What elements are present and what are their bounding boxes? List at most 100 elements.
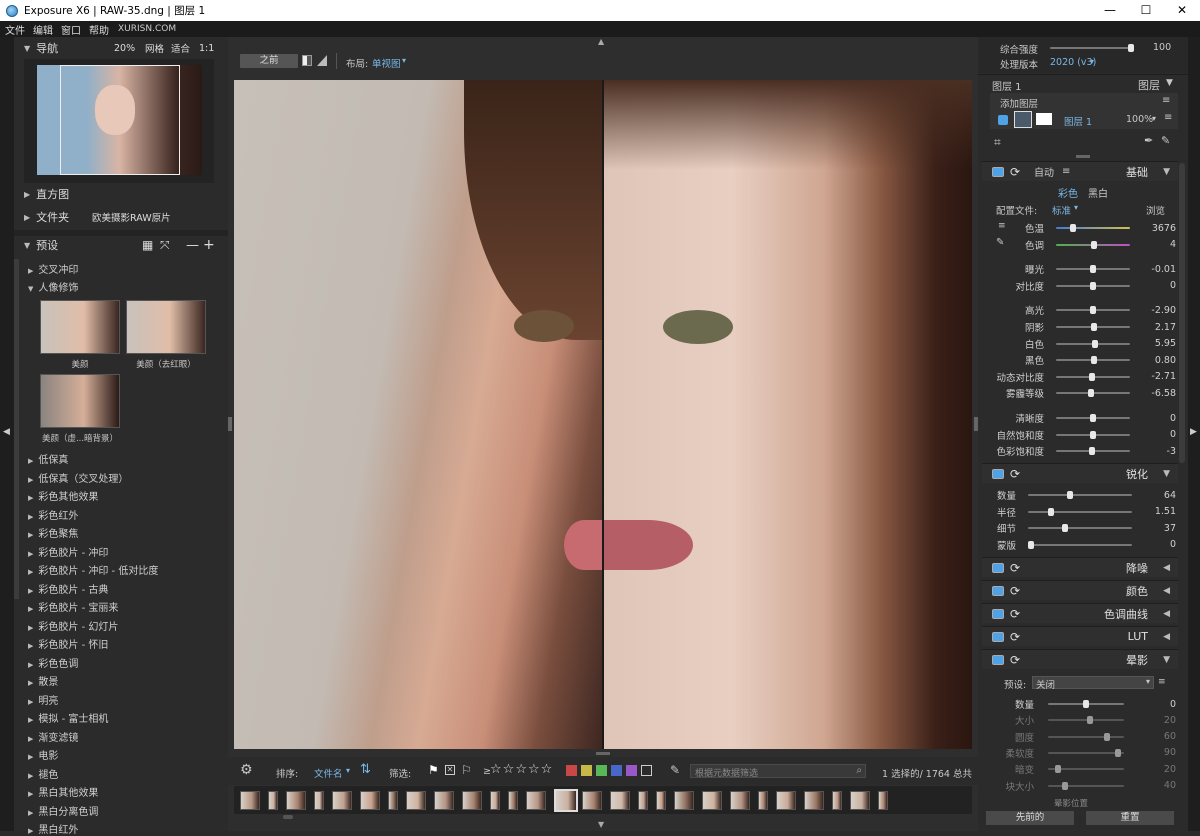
collapse-triangle-icon[interactable]: ▼ <box>24 241 30 250</box>
slider-knob[interactable] <box>1055 765 1061 774</box>
collapse-top-icon[interactable]: ▲ <box>598 37 604 46</box>
eyedropper-icon[interactable]: ✎ <box>670 763 680 777</box>
collapse-triangle-icon[interactable]: ▼ <box>24 44 30 53</box>
slider-knob[interactable] <box>1086 716 1093 725</box>
preset-group[interactable]: ▶ 彩色胶片 - 幻灯片 <box>28 618 118 633</box>
reset-icon[interactable]: ⟳ <box>1010 630 1020 644</box>
split-divider[interactable] <box>602 80 604 749</box>
chevron-down-icon[interactable]: ▾ <box>1074 203 1078 212</box>
menu-window[interactable]: 窗口 <box>61 22 81 37</box>
slider-track[interactable] <box>1056 430 1130 439</box>
shrink-icon[interactable]: ⤧ <box>160 238 170 253</box>
remove-preset-icon[interactable]: — <box>186 238 199 253</box>
diagonal-view-icon[interactable] <box>317 55 327 66</box>
gear-icon[interactable]: ⚙ <box>240 762 253 778</box>
expand-triangle-icon[interactable]: ◀ <box>1163 563 1170 573</box>
color-label-swatch[interactable] <box>626 765 637 776</box>
film-thumbnail[interactable] <box>434 791 454 810</box>
tool-toggle[interactable] <box>992 468 1004 479</box>
slider-track[interactable] <box>1048 716 1124 725</box>
navigator-viewport-rect[interactable] <box>60 65 180 175</box>
preset-group[interactable]: ▶ 黑白红外 <box>28 821 78 836</box>
film-thumbnail[interactable] <box>776 791 796 810</box>
tool-header[interactable]: ⟳ 颜色 ◀ <box>982 580 1178 600</box>
slider-track[interactable] <box>1056 356 1130 365</box>
chevron-down-icon[interactable]: ▾ <box>1152 114 1156 123</box>
slider-knob[interactable] <box>1091 240 1098 249</box>
filmstrip-scrollbar[interactable] <box>283 815 293 819</box>
split-view-icon[interactable] <box>302 55 312 66</box>
preset-group[interactable]: ▶ 彩色胶片 - 古典 <box>28 581 108 596</box>
layer-mask-thumbnail[interactable] <box>1036 113 1052 125</box>
color-mode-tab[interactable]: 彩色 <box>1058 185 1078 200</box>
reset-icon[interactable]: ⟳ <box>1010 653 1020 667</box>
preset-group[interactable]: ▶ 渐变滤镜 <box>28 729 78 744</box>
color-label-swatch[interactable] <box>566 765 577 776</box>
film-thumbnail[interactable] <box>878 791 888 810</box>
preset-group-portrait[interactable]: ▼ 人像修饰 <box>28 279 78 294</box>
slider-track[interactable] <box>1028 491 1132 499</box>
filmstrip-handle[interactable] <box>596 752 610 755</box>
slider-track[interactable] <box>1056 224 1130 232</box>
slider-track[interactable] <box>1056 265 1130 274</box>
layer-opacity[interactable]: 100% <box>1126 114 1153 125</box>
add-layer-label[interactable]: 添加图层 <box>1000 96 1038 110</box>
tool-toggle[interactable] <box>992 585 1004 596</box>
expand-triangle-icon[interactable]: ▶ <box>24 213 30 222</box>
bw-mode-tab[interactable]: 黑白 <box>1088 185 1108 200</box>
divider-handle[interactable] <box>1076 155 1090 158</box>
slider-track[interactable] <box>1056 447 1130 456</box>
slider-knob[interactable] <box>1047 507 1054 516</box>
crop-icon[interactable]: ⌗ <box>994 135 1001 150</box>
film-thumbnail[interactable] <box>508 791 518 810</box>
browse-button[interactable]: 浏览 <box>1146 203 1165 217</box>
slider-track[interactable] <box>1048 781 1124 790</box>
menu-icon[interactable]: ≡ <box>1158 677 1166 687</box>
expand-triangle-icon[interactable]: ▶ <box>28 494 33 502</box>
slider-track[interactable] <box>1028 524 1132 533</box>
slider-track[interactable] <box>1028 540 1132 549</box>
menu-icon[interactable]: ≡ <box>1062 166 1070 177</box>
preset-thumb[interactable] <box>40 300 120 354</box>
slider-track[interactable] <box>1048 765 1124 774</box>
expand-triangle-icon[interactable]: ◀ <box>1163 632 1170 642</box>
expand-triangle-icon[interactable]: ▶ <box>28 531 33 539</box>
pen-icon[interactable]: ✒ <box>1144 134 1153 147</box>
tool-toggle[interactable] <box>992 654 1004 665</box>
slider-knob[interactable] <box>1089 372 1096 381</box>
sort-direction-icon[interactable]: ⇅ <box>360 762 371 777</box>
expand-triangle-icon[interactable]: ▶ <box>28 587 33 595</box>
preset-group[interactable]: ▶ 彩色胶片 - 冲印 - 低对比度 <box>28 562 158 577</box>
tool-header[interactable]: ⟳ 色调曲线 ◀ <box>982 603 1178 623</box>
film-thumbnail[interactable] <box>332 791 352 810</box>
layer-name[interactable]: 图层 1 <box>1064 114 1092 128</box>
film-thumbnail[interactable] <box>268 791 278 810</box>
preset-group[interactable]: ▶ 电影 <box>28 747 58 762</box>
star-icon[interactable]: ☆ <box>515 762 527 777</box>
film-thumbnail[interactable] <box>656 791 666 810</box>
intensity-knob[interactable] <box>1128 44 1134 52</box>
sharpen-tool-header[interactable]: ⟳ 锐化 ▼ <box>982 463 1178 483</box>
reset-icon[interactable]: ⟳ <box>1010 467 1020 481</box>
histogram-header[interactable]: ▶ 直方图 <box>14 185 228 203</box>
preset-group-cross[interactable]: ▶ 交叉冲印 <box>28 261 78 276</box>
tool-toggle[interactable] <box>992 631 1004 642</box>
no-color-label-swatch[interactable] <box>641 765 652 776</box>
expand-triangle-icon[interactable]: ▶ <box>28 716 33 724</box>
preset-group[interactable]: ▶ 黑白分离色调 <box>28 803 98 818</box>
preset-group[interactable]: ▶ 彩色胶片 - 宝丽来 <box>28 599 118 614</box>
slider-knob[interactable] <box>1114 748 1121 757</box>
slider-knob[interactable] <box>1083 700 1089 708</box>
unflagged-icon[interactable]: ⚐ <box>461 763 472 777</box>
film-thumbnail[interactable] <box>388 791 398 810</box>
slider-knob[interactable] <box>1090 414 1096 422</box>
folder-header[interactable]: ▶ 文件夹 欧美摄影RAW原片 <box>14 208 228 226</box>
layer-visibility-toggle[interactable] <box>998 115 1008 125</box>
collapse-bottom-icon[interactable]: ▼ <box>598 820 604 829</box>
add-preset-icon[interactable]: + <box>203 237 215 253</box>
image-canvas[interactable] <box>234 80 972 749</box>
collapse-left-icon[interactable]: ◀ <box>3 427 10 437</box>
slider-knob[interactable] <box>1062 781 1068 790</box>
collapse-triangle-icon[interactable]: ▼ <box>1163 167 1170 177</box>
preset-group[interactable]: ▶ 彩色胶片 - 冲印 <box>28 544 108 559</box>
